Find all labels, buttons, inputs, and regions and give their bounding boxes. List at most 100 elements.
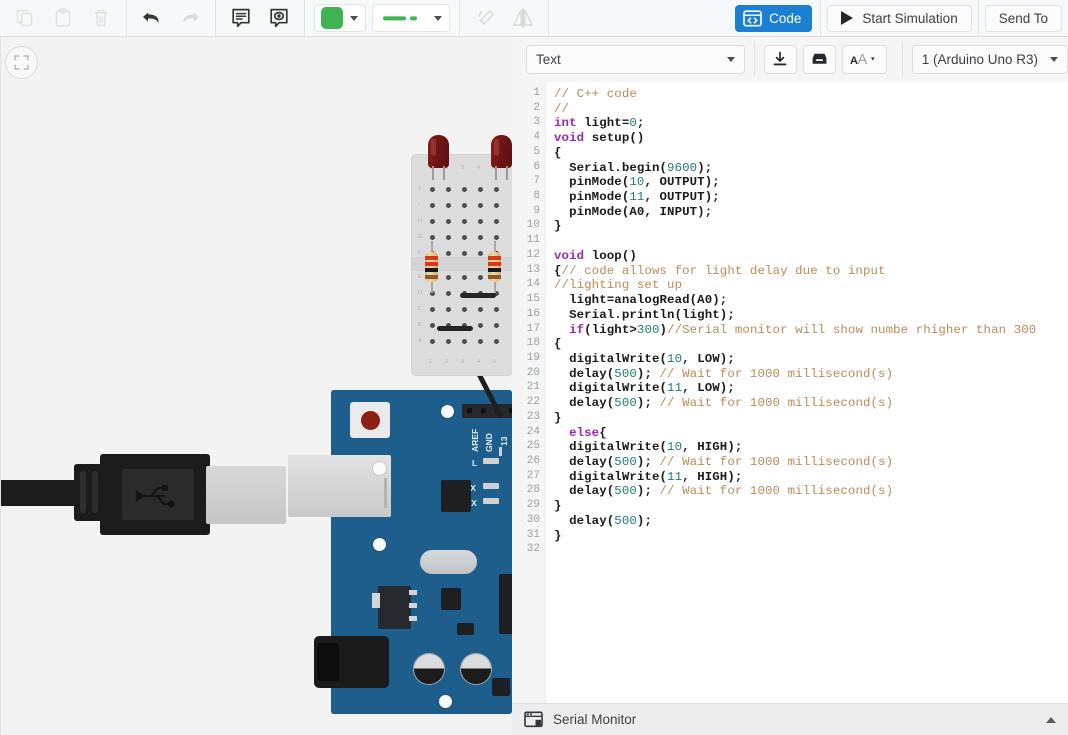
send-to-button[interactable]: Send To [984, 4, 1062, 32]
breadboard-hole[interactable] [446, 235, 451, 240]
breadboard-hole[interactable] [478, 187, 483, 192]
breadboard-hole[interactable] [478, 307, 483, 312]
code-line[interactable]: int light=0; [554, 116, 644, 131]
code-line[interactable]: // C++ code [554, 87, 637, 102]
black-jumper[interactable] [460, 293, 496, 298]
chevron-up-icon[interactable] [1046, 716, 1056, 723]
code-line[interactable]: digitalWrite(10, LOW); [554, 352, 735, 367]
black-jumper[interactable] [437, 326, 473, 331]
zoom-to-fit-button[interactable] [5, 46, 38, 79]
breadboard-hole[interactable] [446, 291, 451, 296]
panel-divider[interactable] [0, 37, 1, 735]
code-line[interactable]: pinMode(10, OUTPUT); [554, 175, 720, 190]
code-line[interactable]: // [554, 102, 569, 117]
arduino-reset-button[interactable] [350, 402, 390, 438]
breadboard-hole[interactable] [478, 323, 483, 328]
download-code-button[interactable] [763, 44, 797, 74]
breadboard-hole[interactable] [494, 187, 499, 192]
font-size-button[interactable]: A A [841, 44, 887, 74]
code-line[interactable]: Serial.println(light); [554, 308, 735, 323]
code-line[interactable]: else{ [554, 426, 607, 441]
rotate-button[interactable] [466, 2, 504, 34]
breadboard-hole[interactable] [430, 203, 435, 208]
breadboard-hole[interactable] [462, 235, 467, 240]
mirror-button[interactable] [504, 2, 542, 34]
breadboard-hole[interactable] [494, 203, 499, 208]
breadboard-hole[interactable] [446, 307, 451, 312]
breadboard-hole[interactable] [446, 203, 451, 208]
code-line[interactable]: { [554, 146, 562, 161]
annotation-button[interactable] [222, 2, 260, 34]
breadboard-hole[interactable] [462, 203, 467, 208]
breadboard-hole[interactable] [446, 275, 451, 280]
breadboard-hole[interactable] [430, 323, 435, 328]
breadboard-hole[interactable] [430, 219, 435, 224]
breadboard-hole[interactable] [494, 307, 499, 312]
comment-button[interactable] [260, 2, 298, 34]
code-line[interactable]: digitalWrite(11, LOW); [554, 381, 735, 396]
code-line[interactable]: {// code allows for light delay due to i… [554, 264, 886, 279]
code-line[interactable]: delay(500); // Wait for 1000 millisecond… [554, 455, 893, 470]
code-line[interactable]: } [554, 499, 562, 514]
circuit-canvas[interactable]: AREF GND 13 L TX RX [0, 37, 512, 735]
arduino-uno-board[interactable]: AREF GND 13 L TX RX [288, 390, 512, 714]
breadboard-hole[interactable] [494, 219, 499, 224]
breadboard-hole[interactable] [478, 251, 483, 256]
start-simulation-button[interactable]: Start Simulation [827, 4, 972, 32]
board-select[interactable]: 1 (Arduino Uno R3) [911, 44, 1068, 74]
resistor-1[interactable] [425, 241, 438, 293]
copy-button[interactable] [6, 2, 44, 34]
breadboard-hole[interactable] [462, 307, 467, 312]
led-red-2[interactable] [491, 135, 512, 180]
wire-style-picker[interactable] [372, 4, 450, 32]
code-line[interactable]: } [554, 411, 562, 426]
code-line[interactable]: pinMode(A0, INPUT); [554, 205, 712, 220]
view-mode-select[interactable]: Text [526, 44, 745, 74]
breadboard-hole[interactable] [494, 323, 499, 328]
code-line[interactable]: pinMode(11, OUTPUT); [554, 190, 720, 205]
code-line[interactable]: if(light>300)//Serial monitor will show … [554, 323, 1036, 338]
code-line[interactable]: } [554, 529, 562, 544]
breadboard-hole[interactable] [462, 187, 467, 192]
code-line[interactable]: delay(500); // Wait for 1000 millisecond… [554, 484, 893, 499]
code-line[interactable]: Serial.begin(9600); [554, 161, 712, 176]
breadboard-hole[interactable] [430, 235, 435, 240]
code-line[interactable]: delay(500); [554, 514, 652, 529]
resistor-2[interactable] [488, 241, 501, 293]
breadboard-hole[interactable] [430, 339, 435, 344]
code-line[interactable]: delay(500); // Wait for 1000 millisecond… [554, 396, 893, 411]
breadboard-hole[interactable] [446, 251, 451, 256]
wire-color-picker[interactable] [314, 4, 366, 32]
code-line[interactable]: //lighting set up [554, 278, 682, 293]
serial-monitor-bar[interactable]: Serial Monitor [512, 703, 1068, 735]
breadboard-hole[interactable] [430, 187, 435, 192]
code-line[interactable]: digitalWrite(11, HIGH); [554, 470, 742, 485]
code-line[interactable]: digitalWrite(10, HIGH); [554, 440, 742, 455]
breadboard-hole[interactable] [478, 203, 483, 208]
breadboard-hole[interactable] [430, 307, 435, 312]
breadboard-hole[interactable] [462, 219, 467, 224]
code-line[interactable]: delay(500); // Wait for 1000 millisecond… [554, 367, 893, 382]
undo-button[interactable] [133, 2, 171, 34]
redo-button[interactable] [171, 2, 209, 34]
delete-button[interactable] [82, 2, 120, 34]
breadboard-hole[interactable] [494, 235, 499, 240]
code-button[interactable]: Code [735, 4, 813, 32]
led-red-1[interactable] [428, 135, 449, 180]
breadboard-hole[interactable] [478, 219, 483, 224]
libraries-button[interactable] [802, 44, 836, 74]
breadboard-hole[interactable] [462, 339, 467, 344]
code-line[interactable]: void setup() [554, 131, 644, 146]
breadboard-hole[interactable] [462, 275, 467, 280]
breadboard-hole[interactable] [446, 187, 451, 192]
code-line[interactable]: } [554, 219, 562, 234]
breadboard-hole[interactable] [446, 339, 451, 344]
code-line[interactable]: void loop() [554, 249, 637, 264]
breadboard-hole[interactable] [478, 275, 483, 280]
code-line[interactable]: { [554, 337, 562, 352]
breadboard-hole[interactable] [478, 235, 483, 240]
breadboard-hole[interactable] [462, 251, 467, 256]
code-line[interactable]: light=analogRead(A0); [554, 293, 727, 308]
breadboard-hole[interactable] [494, 339, 499, 344]
breadboard-hole[interactable] [478, 339, 483, 344]
